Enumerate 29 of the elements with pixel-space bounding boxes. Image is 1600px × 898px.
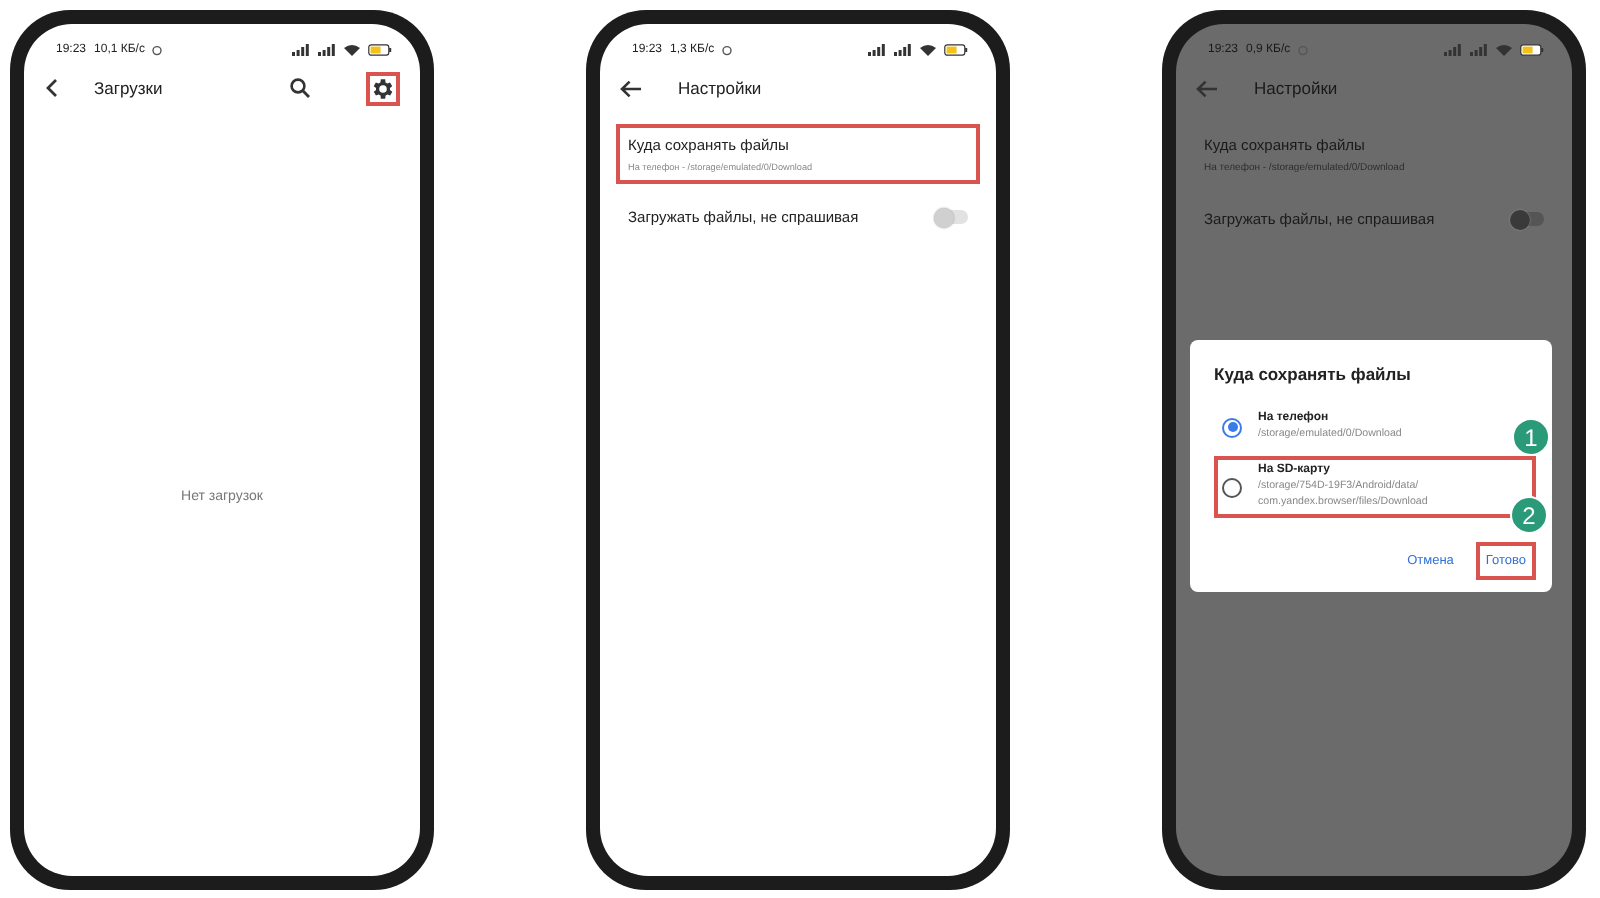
signal-icon (1470, 44, 1488, 56)
search-icon[interactable] (290, 78, 310, 98)
back-arrow-icon[interactable] (620, 79, 642, 97)
screen-title: Настройки (1254, 78, 1338, 98)
signal-icon (1444, 44, 1462, 56)
dialog-title: Куда сохранять файлы (1214, 364, 1413, 384)
wifi-icon (344, 44, 360, 56)
radio-button[interactable] (1222, 417, 1242, 438)
battery-icon (1520, 44, 1544, 56)
alarm-icon (152, 44, 163, 56)
settings-button[interactable] (366, 71, 400, 105)
toggle-switch[interactable] (1512, 212, 1544, 226)
signal-icon (292, 44, 310, 56)
step-number-badge: 1 (1512, 418, 1550, 457)
screen-title: Загрузки (94, 78, 165, 98)
battery-icon (368, 44, 392, 56)
screen-title: Настройки (678, 78, 762, 98)
settings-icon (370, 75, 396, 101)
battery-icon (944, 44, 968, 56)
wifi-icon (920, 44, 936, 56)
signal-icon (894, 44, 912, 56)
signal-icon (868, 44, 886, 56)
wifi-icon (1496, 44, 1512, 56)
alarm-icon (722, 44, 733, 56)
toggle-switch[interactable] (936, 210, 968, 224)
back-chevron-icon[interactable] (44, 78, 58, 98)
signal-icon (318, 44, 336, 56)
step-number-badge: 2 (1510, 496, 1548, 535)
radio-button[interactable] (1222, 477, 1242, 498)
